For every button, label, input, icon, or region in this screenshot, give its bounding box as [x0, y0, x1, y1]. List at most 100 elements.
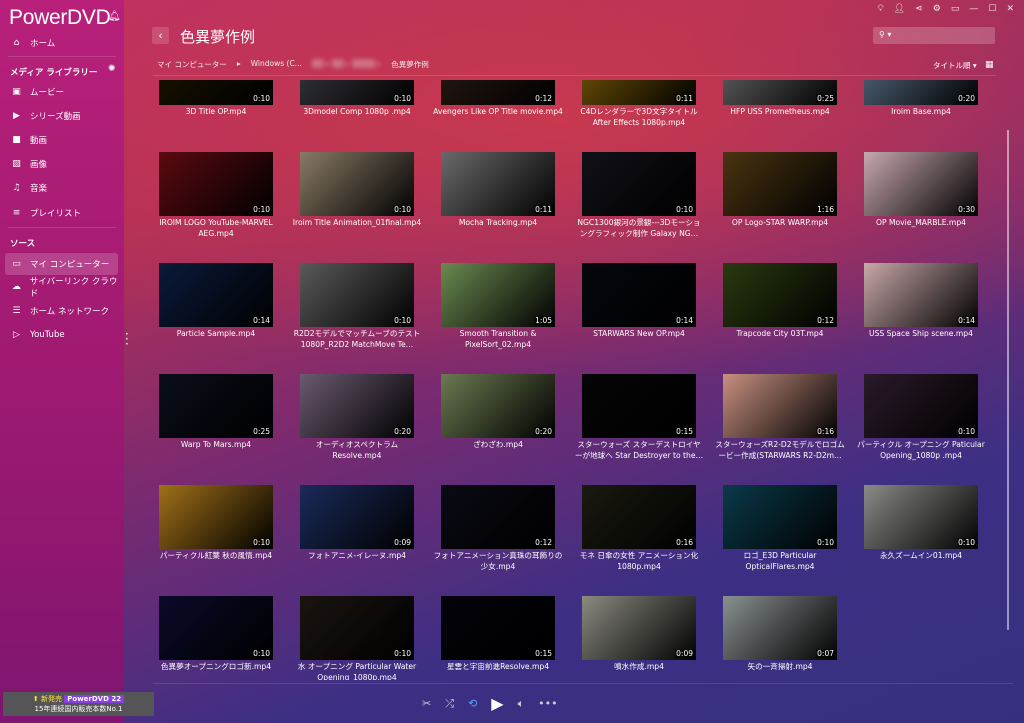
file-item[interactable]: 0:14 USS Space Ship scene.mp4 [864, 263, 978, 374]
video-thumbnail[interactable]: 0:16 [582, 485, 696, 549]
sidebar-item-series[interactable]: ▶ シリーズ動画 [0, 105, 124, 127]
sidebar-item-music[interactable]: ♫ 音楽 [0, 177, 124, 199]
file-item[interactable]: 0:10 パーティクル オープニング Paticular Opening_1080… [857, 374, 985, 485]
sidebar-item-video[interactable]: ■ 動画 [0, 129, 124, 151]
file-item[interactable]: 0:10 Iroim Title Animation_01final.mp4 [293, 152, 421, 263]
video-thumbnail[interactable]: 0:20 [864, 80, 978, 105]
repeat-icon[interactable]: ⟲ [468, 697, 477, 710]
file-item[interactable]: 0:20 Iroim Base.mp4 [864, 80, 978, 152]
video-thumbnail[interactable]: 0:20 [441, 374, 555, 438]
file-item[interactable]: 0:11 Mocha Tracking.mp4 [441, 152, 555, 263]
video-thumbnail[interactable]: 0:30 [864, 152, 978, 216]
video-thumbnail[interactable]: 0:10 [159, 80, 273, 105]
sidebar-item-playlist[interactable]: ≡ プレイリスト [0, 202, 124, 224]
video-thumbnail[interactable]: 0:12 [723, 263, 837, 327]
file-item[interactable]: 0:15 星雲と宇宙前進Resolve.mp4 [441, 596, 555, 680]
more-icon[interactable]: ••• [538, 697, 557, 710]
sidebar-item-youtube[interactable]: ▷ YouTube [0, 324, 124, 346]
file-item[interactable]: 0:25 HFP USS Prometheus.mp4 [723, 80, 837, 152]
video-thumbnail[interactable]: 0:20 [300, 374, 414, 438]
user-icon[interactable]: 👤︎ [894, 4, 905, 14]
video-thumbnail[interactable]: 0:15 [441, 596, 555, 660]
lightbulb-icon[interactable]: 💡︎ [877, 4, 883, 14]
file-item[interactable]: 0:12 フォトアニメーション真珠の耳飾りの少女.mp4 [434, 485, 562, 596]
file-item[interactable]: 0:12 Avengers Like OP Title movie.mp4 [433, 80, 563, 152]
file-item[interactable]: 0:25 Warp To Mars.mp4 [159, 374, 273, 485]
video-thumbnail[interactable]: 0:10 [300, 596, 414, 660]
video-thumbnail[interactable]: 0:14 [159, 263, 273, 327]
file-item[interactable]: 0:09 フォトアニメ-イレーヌ.mp4 [300, 485, 414, 596]
video-thumbnail[interactable]: 0:10 [864, 485, 978, 549]
sidebar-item-home[interactable]: ⌂ ホーム [0, 32, 124, 54]
file-item[interactable]: 0:14 Particle Sample.mp4 [159, 263, 273, 374]
file-item[interactable]: 0:10 IROIM LOGO YouTube-MARVEL AEG.mp4 [159, 152, 273, 263]
file-item[interactable]: 0:10 色異夢オープニングロゴ新.mp4 [159, 596, 273, 680]
breadcrumb-item[interactable]: マイ コンピューター [157, 59, 227, 70]
maximize-icon[interactable]: ☐ [988, 4, 996, 14]
video-thumbnail[interactable]: 0:25 [159, 374, 273, 438]
video-thumbnail[interactable]: 0:10 [723, 485, 837, 549]
video-thumbnail[interactable]: 0:10 [159, 152, 273, 216]
promo-banner[interactable]: ⬆ 新発売 PowerDVD 22 15年連続国内販売本数No.1 [3, 692, 154, 716]
video-thumbnail[interactable]: 0:10 [159, 596, 273, 660]
file-item[interactable]: 0:16 モネ 日傘の女性 アニメーション化 1080p.mp4 [580, 485, 698, 596]
video-thumbnail[interactable]: 0:10 [159, 485, 273, 549]
sidebar-item-cyberlink-cloud[interactable]: ☁ サイバーリンク クラウド [0, 276, 124, 299]
file-item[interactable]: 0:16 スターウォーズR2-D2モデルでロゴムービー作成(STARWARS R2… [715, 374, 845, 485]
file-item[interactable]: 0:10 永久ズームイン01.mp4 [864, 485, 978, 596]
video-thumbnail[interactable]: 0:10 [300, 152, 414, 216]
video-thumbnail[interactable]: 0:12 [441, 485, 555, 549]
file-item[interactable]: 0:10 3Dmodel Comp 1080p .mp4 [300, 80, 414, 152]
video-thumbnail[interactable]: 0:15 [582, 374, 696, 438]
window-mode-icon[interactable]: ▭ [951, 4, 960, 14]
file-item[interactable]: 0:07 矢の一斉掃射.mp4 [723, 596, 837, 680]
file-item[interactable]: 0:15 スターウォーズ スターデストロイヤーが地球へ Star Destroye… [575, 374, 703, 485]
file-item[interactable]: 1:05 Smooth Transition & PixelSort_02.mp4 [441, 263, 555, 374]
file-item[interactable]: 0:10 ロゴ_E3D Particular OpticalFlares.mp4 [723, 485, 837, 596]
video-thumbnail[interactable]: 0:14 [864, 263, 978, 327]
close-icon[interactable]: ✕ [1006, 4, 1014, 14]
file-item[interactable]: 0:11 C4Dレンダラーで3D文字タイトル After Effects 1080… [580, 80, 698, 152]
video-thumbnail[interactable]: 0:11 [441, 152, 555, 216]
file-item[interactable]: 0:20 ざわざわ.mp4 [441, 374, 555, 485]
sort-dropdown[interactable]: タイトル順 ▾ [933, 60, 977, 71]
breadcrumb-item[interactable]: 色異夢作例 [391, 59, 429, 70]
sidebar-item-image[interactable]: ▨ 画像 [0, 153, 124, 175]
shuffle-icon[interactable]: ⤮ [445, 697, 454, 711]
file-item[interactable]: 0:30 OP Movie_MARBLE.mp4 [864, 152, 978, 263]
video-thumbnail[interactable]: 0:09 [300, 485, 414, 549]
file-item[interactable]: 0:10 NGC1300銀河の景観---3Dモーショングラフィック制作 Galax… [577, 152, 701, 263]
file-item[interactable]: 0:09 噴水作成.mp4 [582, 596, 696, 680]
file-item[interactable]: 1:16 OP Logo-STAR WARP.mp4 [723, 152, 837, 263]
file-item[interactable]: 0:10 3D Title OP.mp4 [159, 80, 273, 152]
file-item[interactable]: 0:10 水 オープニング Particular Water Opening_10… [298, 596, 416, 680]
back-button[interactable]: ‹ [152, 27, 169, 44]
scrollbar[interactable] [1007, 130, 1009, 630]
video-thumbnail[interactable]: 0:10 [300, 80, 414, 105]
video-thumbnail[interactable]: 0:10 [864, 374, 978, 438]
grid-view-icon[interactable]: ▦ [985, 60, 994, 70]
scissors-icon[interactable]: ✂ [422, 697, 431, 710]
video-thumbnail[interactable]: 0:14 [582, 263, 696, 327]
gear-icon[interactable]: ⚙ [933, 4, 941, 14]
video-thumbnail[interactable]: 1:05 [441, 263, 555, 327]
video-thumbnail[interactable]: 1:16 [723, 152, 837, 216]
file-item[interactable]: 0:20 オーディオスペクトラム Resolve.mp4 [300, 374, 414, 485]
breadcrumb-item[interactable]: Windows (C... [251, 59, 302, 70]
video-thumbnail[interactable]: 0:09 [582, 596, 696, 660]
video-thumbnail[interactable]: 0:25 [723, 80, 837, 105]
file-item[interactable]: 0:12 Trapcode City 03T.mp4 [723, 263, 837, 374]
video-thumbnail[interactable]: 0:10 [300, 263, 414, 327]
sidebar-item-home-network[interactable]: ☰ ホーム ネットワーク [0, 300, 124, 322]
search-input[interactable]: ⚲ ▾ [873, 27, 995, 44]
video-thumbnail[interactable]: 0:11 [582, 80, 696, 105]
sidebar-resize-handle[interactable]: · · · [125, 328, 129, 350]
sidebar-item-my-computer[interactable]: ▭ マイ コンピューター [5, 253, 118, 275]
video-thumbnail[interactable]: 0:16 [723, 374, 837, 438]
video-thumbnail[interactable]: 0:10 [582, 152, 696, 216]
file-item[interactable]: 0:14 STARWARS New OP.mp4 [582, 263, 696, 374]
bell-icon[interactable]: 🔔︎ [108, 11, 121, 22]
minimize-icon[interactable]: — [969, 4, 978, 14]
play-icon[interactable]: ▶ [491, 694, 503, 713]
share-icon[interactable]: ⋖ [915, 4, 923, 14]
